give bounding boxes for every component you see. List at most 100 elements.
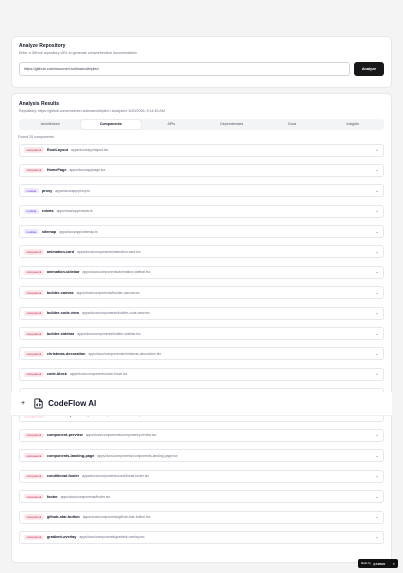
analyze-repository-card: Analyze Repository Enter a GitHub reposi… (11, 36, 392, 88)
list-item[interactable]: component animation-card apps/docs/compone… (19, 245, 384, 259)
item-path: apps/docs/components/builder-code-view.t… (82, 311, 150, 316)
analyze-title: Analyze Repository (19, 43, 66, 49)
analyze-subtitle: Enter a GitHub repository URL to generat… (19, 50, 137, 55)
chevron-down-icon[interactable]: ⌄ (375, 290, 379, 295)
made-with-prefix: Made by (361, 562, 371, 565)
tab-docs[interactable]: Docs (262, 120, 323, 129)
tab-insights[interactable]: Insights (323, 120, 384, 129)
item-path: apps/docs/app/layout.tsx (70, 148, 109, 152)
list-item[interactable]: component gradient-overlay apps/docs/compo… (19, 530, 384, 544)
type-badge: component (24, 453, 44, 459)
list-item[interactable]: component builder-canvas apps/docs/compone… (19, 286, 384, 300)
chevron-down-icon[interactable]: ⌄ (375, 494, 379, 499)
item-name: code-block (46, 372, 67, 377)
chevron-down-icon[interactable]: ⌄ (375, 249, 379, 254)
chevron-down-icon[interactable]: ⌄ (375, 433, 379, 438)
item-name: robots (41, 209, 54, 214)
item-path: apps/docs/components/gradient-overlay.ts… (79, 535, 145, 540)
type-badge: component (24, 290, 44, 296)
type-badge: component (24, 514, 44, 520)
item-name: conditional-footer (46, 474, 80, 479)
list-item[interactable]: module robots apps/docs/app/robots.ts ⌄ (19, 204, 384, 218)
item-name: components-landing-page (46, 453, 95, 458)
chevron-down-icon[interactable]: ⌄ (375, 372, 379, 377)
chevron-down-icon[interactable]: ⌄ (375, 535, 379, 540)
chevron-down-icon[interactable]: ⌄ (375, 229, 379, 234)
list-item[interactable]: component github-star-button apps/docs/com… (19, 510, 384, 524)
type-badge: component (24, 473, 44, 479)
type-badge: component (24, 147, 44, 153)
chevron-down-icon[interactable]: ⌄ (375, 474, 379, 479)
chevron-down-icon[interactable]: ⌄ (375, 270, 379, 275)
item-path: apps/docs/components/animation-sidebar.t… (82, 270, 151, 275)
list-item[interactable]: module sitemap apps/docs/app/sitemap.ts ⌄ (19, 225, 384, 239)
list-item[interactable]: component RootLayout apps/docs/app/layout.… (19, 143, 384, 157)
repo-url-input[interactable]: https://github.com/moumen-soliman/uitrip… (19, 61, 350, 76)
item-name: animation-card (46, 249, 75, 254)
chevron-down-icon[interactable]: ⌄ (375, 208, 379, 213)
item-name: christmas-decoration (46, 351, 86, 356)
item-path: apps/docs/components/components-landing-… (97, 453, 178, 458)
item-path: apps/docs/app/sitemap.ts (59, 229, 98, 234)
item-path: apps/docs/app/page.tsx (69, 168, 106, 173)
results-meta: Repository: https://github.com/moumen-so… (19, 108, 165, 113)
plus-icon[interactable]: + (21, 400, 25, 407)
type-badge: component (24, 351, 44, 357)
tab-dependencies[interactable]: Dependencies (202, 120, 263, 129)
close-icon[interactable]: ✕ (392, 562, 395, 566)
chevron-down-icon[interactable]: ⌄ (375, 453, 379, 458)
list-item[interactable]: component components-landing-page apps/doc… (19, 449, 384, 463)
type-badge: component (24, 167, 44, 173)
results-title: Analysis Results (19, 101, 60, 107)
tab-apis[interactable]: APIs (141, 120, 202, 129)
repo-input-row: https://github.com/moumen-soliman/uitrip… (19, 61, 384, 76)
item-path: apps/docs/components/code-block.tsx (69, 372, 128, 377)
tab-architecture[interactable]: Architecture (20, 120, 81, 129)
results-tabs: Architecture Components APIs Dependencies Do… (19, 118, 384, 130)
chevron-down-icon[interactable]: ⌄ (375, 188, 379, 193)
file-code-icon (34, 398, 43, 409)
list-item[interactable]: component christmas-decoration apps/docs/c… (19, 347, 384, 361)
type-badge: component (24, 371, 44, 377)
list-item[interactable]: component conditional-footer apps/docs/com… (19, 469, 384, 483)
type-badge: component (24, 494, 44, 500)
item-path: apps/docs/components/builder-sidebar.tsx (77, 331, 141, 336)
chevron-down-icon[interactable]: ⌄ (375, 310, 379, 315)
list-item[interactable]: component component-preview apps/docs/comp… (19, 428, 384, 442)
type-badge: module (24, 208, 39, 214)
list-item[interactable]: component code-block apps/docs/components/… (19, 367, 384, 381)
item-name: builder-canvas (46, 290, 74, 295)
chevron-down-icon[interactable]: ⌄ (375, 331, 379, 336)
item-path: apps/docs/components/conditional-footer.… (82, 474, 150, 479)
list-item[interactable]: module proxy apps/docs/app/proxy.ts ⌄ (19, 184, 384, 198)
item-name: sitemap (41, 229, 57, 234)
tab-components[interactable]: Components (80, 119, 141, 129)
list-item[interactable]: component builder-sidebar apps/docs/compon… (19, 327, 384, 341)
item-name: footer (46, 494, 58, 499)
chevron-down-icon[interactable]: ⌄ (375, 168, 379, 173)
chevron-down-icon[interactable]: ⌄ (375, 351, 379, 356)
chevron-down-icon[interactable]: ⌄ (375, 147, 379, 152)
list-item[interactable]: component animation-sidebar apps/docs/comp… (19, 265, 384, 279)
list-item[interactable]: component builder-code-view apps/docs/comp… (19, 306, 384, 320)
item-name: github-star-button (46, 515, 80, 520)
type-badge: component (24, 249, 44, 255)
item-path: apps/docs/app/proxy.ts (55, 188, 90, 193)
list-item[interactable]: component HomePage apps/docs/app/page.tsx ⌄ (19, 163, 384, 177)
item-path: apps/docs/components/builder-canvas.tsx (76, 290, 140, 295)
item-name: animation-sidebar (46, 270, 80, 275)
type-badge: component (24, 432, 44, 439)
type-badge: component (24, 330, 44, 337)
made-with-brand: @ARNAV (372, 561, 386, 566)
made-with-badge[interactable]: Made by @ARNAV ✕ (358, 559, 398, 568)
item-path: apps/docs/components/footer.tsx (60, 494, 111, 499)
item-name: RootLayout (46, 148, 68, 152)
analyze-button[interactable]: Analyze (354, 61, 384, 76)
list-item[interactable]: component footer apps/docs/components/foot… (19, 490, 384, 504)
item-path: apps/docs/components/animation-card.tsx (77, 249, 141, 254)
item-path: apps/docs/components/christmas-decoratio… (88, 351, 162, 356)
codeflow-header: + CodeFlow AI (11, 392, 392, 416)
type-badge: component (24, 534, 44, 541)
component-list: component RootLayout apps/docs/app/layout.… (19, 143, 384, 544)
chevron-down-icon[interactable]: ⌄ (375, 514, 379, 519)
